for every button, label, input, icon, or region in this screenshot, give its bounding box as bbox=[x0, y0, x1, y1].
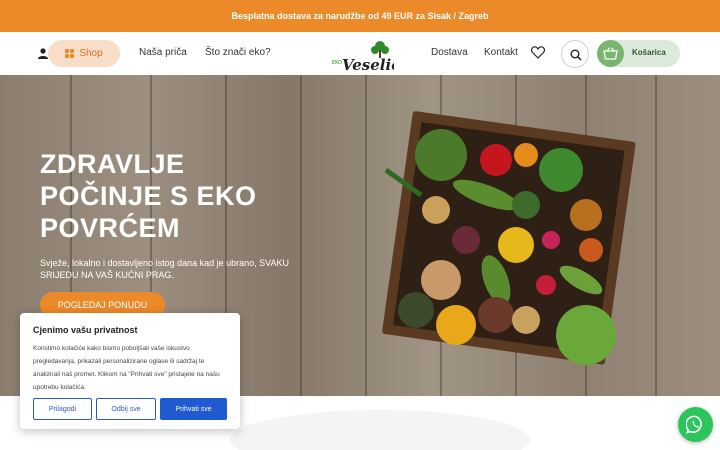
search-button[interactable] bbox=[561, 40, 589, 68]
logo-small-text: EKO bbox=[332, 60, 342, 66]
cart-button[interactable]: Košarica bbox=[597, 40, 680, 67]
cart-label: Košarica bbox=[632, 48, 666, 57]
user-icon[interactable] bbox=[38, 47, 48, 59]
cookie-reject-button[interactable]: Odbij sve bbox=[96, 398, 156, 420]
promo-bar: Besplatna dostava za narudžbe od 49 EUR … bbox=[0, 0, 720, 32]
grid-icon bbox=[65, 49, 75, 58]
nav-link-dostava[interactable]: Dostava bbox=[431, 47, 468, 58]
heart-icon[interactable] bbox=[531, 46, 545, 64]
promo-text: Besplatna dostava za narudžbe od 49 EUR … bbox=[231, 11, 489, 21]
whatsapp-icon bbox=[686, 415, 702, 434]
shop-button[interactable]: Shop bbox=[48, 40, 120, 67]
shop-label: Shop bbox=[79, 48, 103, 59]
cookie-consent-dialog: Cjenimo vašu privatnost Koristimo kolači… bbox=[20, 313, 240, 429]
basket-icon bbox=[597, 40, 624, 67]
hero-subtitle: Svježe, lokalno i dostavljeno istog dana… bbox=[40, 258, 289, 280]
nav-link-nasa-prica[interactable]: Naša priča bbox=[139, 47, 187, 58]
cookie-customize-button[interactable]: Prilagodi bbox=[33, 398, 92, 420]
whatsapp-button[interactable] bbox=[678, 407, 713, 442]
logo-name-text: Veselić bbox=[342, 56, 394, 74]
nav-link-sto-znaci-eko[interactable]: Što znači eko? bbox=[205, 47, 271, 58]
cookie-text: Koristimo kolačiće kako bismo poboljšali… bbox=[33, 345, 220, 391]
nav-link-kontakt[interactable]: Kontakt bbox=[484, 47, 518, 58]
vegetable-crate-image bbox=[382, 111, 636, 365]
cookie-title: Cjenimo vašu privatnost bbox=[33, 325, 138, 335]
cookie-accept-button[interactable]: Prihvati sve bbox=[160, 398, 227, 420]
search-icon bbox=[570, 49, 582, 61]
hero-title: ZDRAVLJE POČINJE S EKO POVRĆEM bbox=[40, 149, 257, 243]
